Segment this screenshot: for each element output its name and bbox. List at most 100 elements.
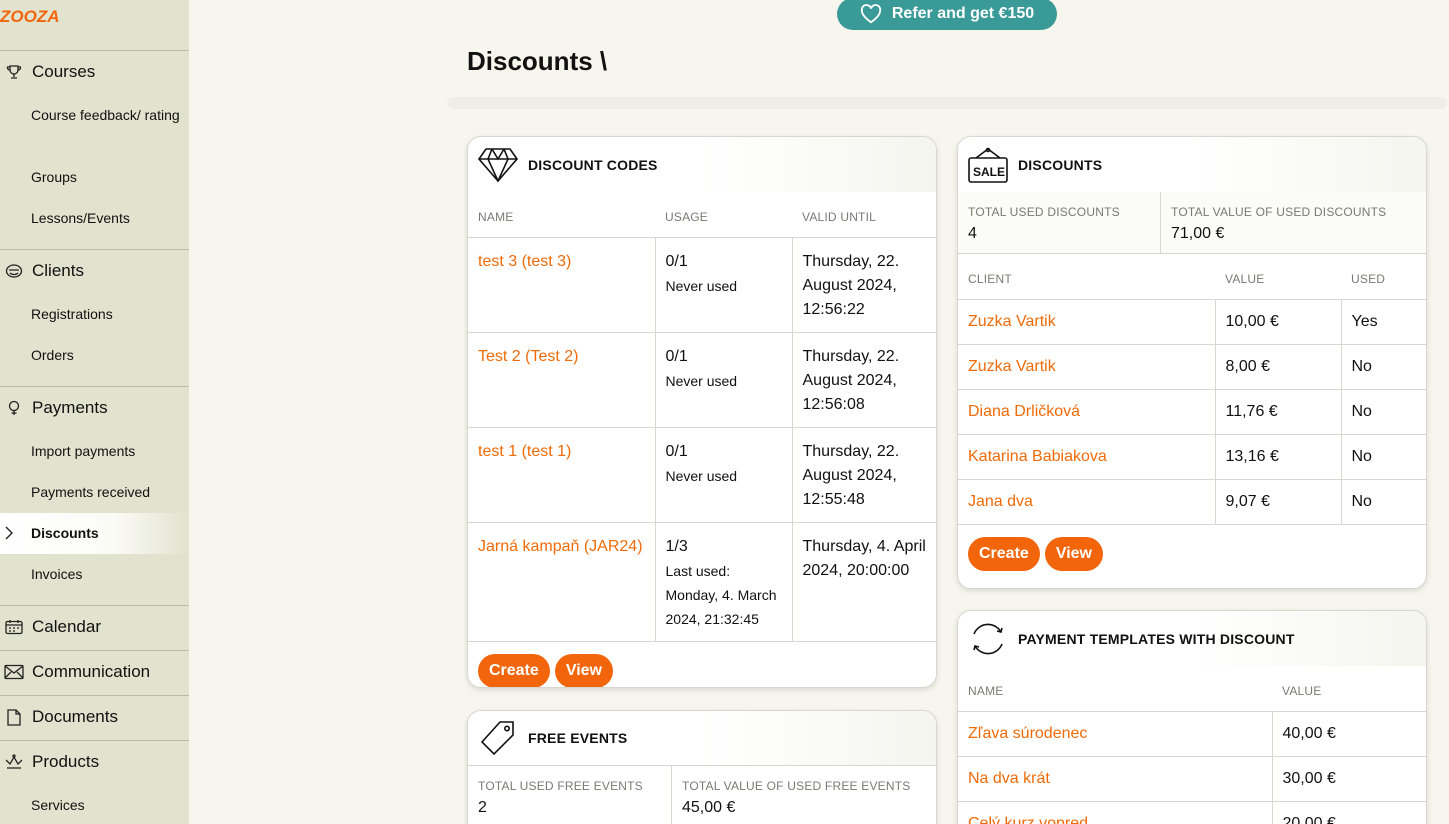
refresh-icon <box>968 619 1008 659</box>
table-row: Celý kurz vopred 20,00 € <box>958 801 1426 824</box>
sidebar-item-orders[interactable]: Orders <box>31 345 181 366</box>
column-header: NAME <box>968 684 1004 698</box>
payment-templates-table: NAME VALUE Zľava súrodenec 40,00 € Na dv… <box>958 666 1426 824</box>
table-row: Jana dva 9,07 € No <box>958 479 1426 525</box>
sidebar-item-import-payments[interactable]: Import payments <box>31 441 181 462</box>
envelope-icon <box>4 662 24 682</box>
discount-value: 8,00 € <box>1215 344 1342 390</box>
usage-value: 0/1 <box>665 347 688 365</box>
valid-until: Thursday, 4. April 2024, 20:00:00 <box>792 522 936 642</box>
template-value: 20,00 € <box>1272 801 1426 824</box>
chevron-right-icon <box>5 526 13 540</box>
usage-note: Never used <box>665 372 738 389</box>
create-discount-button[interactable]: Create <box>968 536 1040 571</box>
discount-code-link[interactable]: Test 2 (Test 2) <box>478 348 578 365</box>
client-link[interactable]: Katarina Babiakova <box>968 448 1107 465</box>
discount-code-link[interactable]: test 1 (test 1) <box>478 443 571 460</box>
sidebar-item-payments-received[interactable]: Payments received <box>31 482 181 503</box>
stat-value: 2 <box>478 799 487 816</box>
discount-value: 9,07 € <box>1215 479 1342 525</box>
sidebar-item-label: Communication <box>32 662 151 681</box>
free-events-card: FREE EVENTS TOTAL USED FREE EVENTS 2 TOT… <box>467 710 937 824</box>
payments-icon <box>4 398 24 418</box>
discount-codes-table: NAME USAGE VALID UNTIL test 3 (test 3) 0… <box>468 192 936 642</box>
sidebar-item-course-feedback[interactable]: Course feedback/ rating <box>31 105 181 126</box>
discount-used: No <box>1341 344 1426 390</box>
sidebar-item-groups[interactable]: Groups <box>31 167 181 188</box>
tag-icon <box>478 718 518 758</box>
clients-icon <box>4 261 24 281</box>
sidebar-item-label: Products <box>32 752 100 771</box>
discount-used: Yes <box>1341 299 1426 345</box>
sidebar-item-label: Clients <box>32 261 84 280</box>
view-discount-codes-button[interactable]: View <box>554 653 613 687</box>
template-value: 30,00 € <box>1272 756 1426 802</box>
client-link[interactable]: Zuzka Vartik <box>968 358 1056 375</box>
usage-note: Never used <box>665 277 738 294</box>
payment-templates-card: PAYMENT TEMPLATES WITH DISCOUNT NAME VAL… <box>957 610 1427 824</box>
table-row: test 1 (test 1) 0/1 Never used Thursday, … <box>468 427 936 523</box>
discount-value: 11,76 € <box>1215 389 1342 435</box>
calendar-icon <box>4 617 24 637</box>
column-header: CLIENT <box>968 272 1012 286</box>
stat-label: TOTAL USED DISCOUNTS <box>968 205 1120 219</box>
discount-value: 13,16 € <box>1215 434 1342 480</box>
usage-value: 1/3 <box>665 537 688 555</box>
table-row: Jarná kampaň (JAR24) 1/3 Last used: Monda… <box>468 522 936 642</box>
stat-value: 45,00 € <box>682 799 736 816</box>
page-title: Discounts \ <box>467 46 608 76</box>
card-title: DISCOUNTS <box>1018 156 1103 173</box>
sidebar-item-calendar[interactable]: Calendar <box>0 609 189 645</box>
sidebar-item-label: Calendar <box>32 617 101 636</box>
sidebar: ZOOZA Courses Course feedback/ rating Gr… <box>0 0 189 824</box>
card-title: FREE EVENTS <box>528 730 628 746</box>
create-discount-code-button[interactable]: Create <box>478 653 550 687</box>
sidebar-item-services[interactable]: Services <box>31 795 181 816</box>
column-header: USED <box>1351 272 1386 286</box>
column-header: VALID UNTIL <box>802 210 876 224</box>
valid-until: Thursday, 22. August 2024, 12:55:48 <box>792 427 936 523</box>
sidebar-item-label: Courses <box>32 62 96 81</box>
template-link[interactable]: Na dva krát <box>968 770 1050 787</box>
heart-icon <box>860 4 881 24</box>
discount-code-link[interactable]: test 3 (test 3) <box>478 253 571 270</box>
sidebar-item-clients[interactable]: Clients <box>0 253 189 289</box>
sidebar-item-communication[interactable]: Communication <box>0 654 189 690</box>
sidebar-item-registrations[interactable]: Registrations <box>31 304 181 325</box>
diamond-icon <box>478 145 518 185</box>
sidebar-item-invoices[interactable]: Invoices <box>31 564 181 585</box>
usage-note: Last used: Monday, 4. March 2024, 21:32:… <box>665 562 777 627</box>
client-link[interactable]: Jana dva <box>968 493 1033 510</box>
zooza-logo[interactable]: ZOOZA <box>0 2 60 28</box>
client-link[interactable]: Diana Drličková <box>968 403 1080 420</box>
table-row: Zľava súrodenec 40,00 € <box>958 711 1426 757</box>
sidebar-item-courses[interactable]: Courses <box>0 54 189 90</box>
sidebar-item-label: Payments <box>32 398 108 417</box>
usage-value: 0/1 <box>665 442 688 460</box>
sidebar-item-payments[interactable]: Payments <box>0 390 189 426</box>
template-value: 40,00 € <box>1272 711 1426 757</box>
table-row: Diana Drličková 11,76 € No <box>958 389 1426 435</box>
stat-value: 71,00 € <box>1171 225 1225 242</box>
discount-used: No <box>1341 389 1426 435</box>
stat-label: TOTAL USED FREE EVENTS <box>478 779 643 793</box>
products-icon <box>4 752 24 772</box>
discount-used: No <box>1341 479 1426 525</box>
discount-code-link[interactable]: Jarná kampaň (JAR24) <box>478 538 643 555</box>
view-discounts-button[interactable]: View <box>1044 536 1103 571</box>
svg-text:SALE: SALE <box>973 165 1005 179</box>
column-header: VALUE <box>1282 684 1322 698</box>
title-divider <box>447 97 1447 109</box>
sidebar-item-lessons[interactable]: Lessons/Events <box>31 208 181 229</box>
refer-button[interactable]: Refer and get €150 <box>837 0 1057 30</box>
table-row: Katarina Babiakova 13,16 € No <box>958 434 1426 480</box>
template-link[interactable]: Celý kurz vopred <box>968 815 1088 824</box>
refer-label: Refer and get €150 <box>891 5 1035 22</box>
valid-until: Thursday, 22. August 2024, 12:56:08 <box>792 332 936 428</box>
template-link[interactable]: Zľava súrodenec <box>968 725 1087 742</box>
discounts-table: CLIENT VALUE USED Zuzka Vartik 10,00 € Y… <box>958 254 1426 525</box>
sidebar-item-products[interactable]: Products <box>0 744 189 780</box>
sidebar-item-discounts[interactable]: Discounts <box>31 523 181 544</box>
sidebar-item-documents[interactable]: Documents <box>0 699 189 735</box>
client-link[interactable]: Zuzka Vartik <box>968 313 1056 330</box>
